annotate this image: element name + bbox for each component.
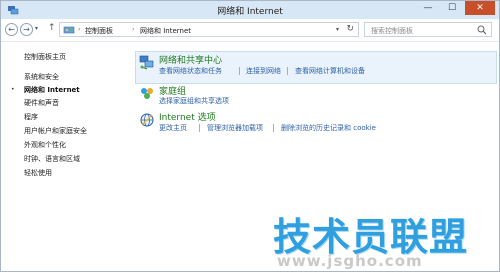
change-home-page-link[interactable]: 更改主页 — [159, 123, 187, 133]
control-panel-window: 网络和 Internet — ☐ ✕ ← → ▾ ↑ › 控制面板 › 网络和 … — [0, 0, 500, 272]
current-item-bullet: • — [11, 86, 15, 93]
homegroup-icon — [141, 88, 153, 99]
view-network-computers-link[interactable]: 查看网络计算机和设备 — [295, 66, 365, 76]
view-network-status-link[interactable]: 查看网络状态和任务 — [159, 66, 222, 76]
sidebar-item-system-security[interactable]: 系统和安全 — [24, 72, 59, 82]
forward-button[interactable]: → — [20, 23, 33, 36]
breadcrumb-separator: › — [132, 26, 135, 33]
sidebar-item-control-panel-home[interactable]: 控制面板主页 — [24, 52, 66, 62]
search-box[interactable]: 搜索控制面板 — [364, 22, 492, 37]
sidebar-item-appearance[interactable]: 外观和个性化 — [24, 140, 66, 150]
address-bar[interactable]: › 控制面板 › 网络和 Internet ▾ ↻ — [59, 22, 359, 37]
breadcrumb-control-panel[interactable]: 控制面板 — [85, 26, 113, 36]
address-row: ← → ▾ ↑ › 控制面板 › 网络和 Internet ▾ ↻ 搜索控制面板 — [1, 19, 499, 42]
sidebar-item-clock-language-region[interactable]: 时钟、语言和区域 — [24, 154, 80, 164]
breadcrumb-separator: › — [78, 26, 81, 33]
watermark: 技术员联盟 www.jsgho.com — [271, 206, 500, 273]
back-button[interactable]: ← — [5, 23, 18, 36]
caption-buttons: — ☐ ✕ — [417, 1, 495, 19]
maximize-button[interactable]: ☐ — [441, 1, 463, 15]
minimize-button[interactable]: — — [417, 1, 439, 15]
up-button[interactable]: ↑ — [48, 23, 56, 33]
control-panel-icon — [63, 26, 75, 34]
sidebar: 控制面板主页 系统和安全 • 网络和 Internet 硬件和声音 程序 用户帐… — [1, 42, 129, 273]
search-icon[interactable] — [477, 25, 487, 35]
sidebar-item-hardware-sound[interactable]: 硬件和声音 — [24, 98, 59, 108]
sidebar-item-programs[interactable]: 程序 — [24, 112, 38, 122]
address-dropdown-icon[interactable]: ▾ — [336, 26, 339, 33]
link-divider — [239, 67, 240, 75]
link-divider — [199, 124, 200, 132]
internet-options-title[interactable]: Internet 选项 — [159, 110, 216, 123]
watermark-url: www.jsgho.com — [277, 252, 423, 270]
manage-add-ons-link[interactable]: 管理浏览器加载项 — [207, 123, 263, 133]
delete-browsing-history-link[interactable]: 删除浏览的历史记录和 cookie — [281, 123, 376, 133]
network-sharing-center-title[interactable]: 网络和共享中心 — [159, 53, 222, 66]
internet-options-icon — [140, 113, 154, 127]
recent-pages-dropdown[interactable]: ▾ — [35, 25, 38, 32]
title-bar: 网络和 Internet — ☐ ✕ — [1, 1, 499, 19]
sidebar-item-network-internet: 网络和 Internet — [24, 86, 80, 94]
close-button[interactable]: ✕ — [465, 1, 495, 15]
link-divider — [287, 67, 288, 75]
homegroup-sharing-options-link[interactable]: 选择家庭组和共享选项 — [159, 96, 229, 106]
sidebar-item-ease-of-access[interactable]: 轻松使用 — [24, 168, 52, 178]
search-input[interactable]: 搜索控制面板 — [371, 26, 413, 36]
refresh-icon[interactable]: ↻ — [346, 24, 354, 34]
connect-to-network-link[interactable]: 连接到网络 — [246, 66, 281, 76]
network-sharing-center-icon — [139, 55, 154, 70]
breadcrumb-network-internet[interactable]: 网络和 Internet — [140, 26, 191, 36]
sidebar-item-user-accounts[interactable]: 用户帐户和家庭安全 — [24, 126, 87, 136]
link-divider — [273, 124, 274, 132]
